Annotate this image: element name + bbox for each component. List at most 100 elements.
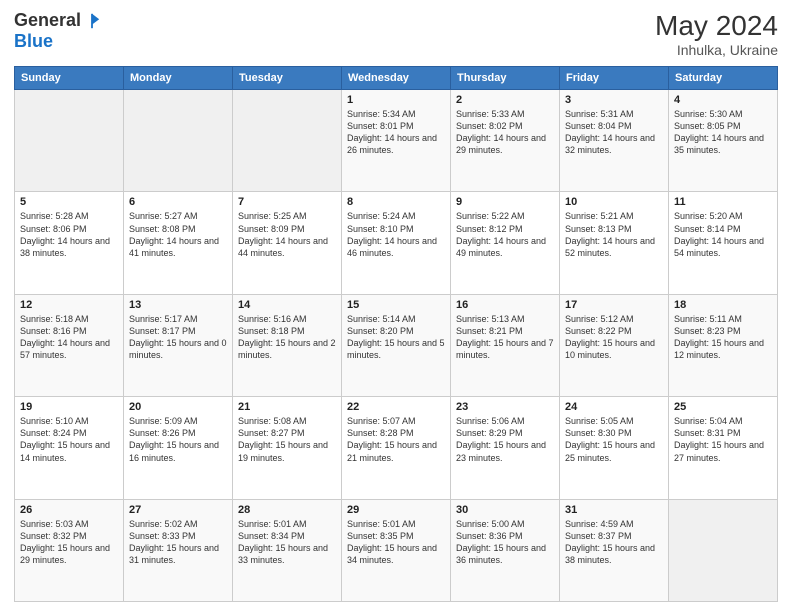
calendar-cell: 29 Sunrise: 5:01 AM Sunset: 8:35 PM Dayli… [342, 499, 451, 601]
calendar-day-header: Thursday [451, 67, 560, 90]
calendar-cell: 19 Sunrise: 5:10 AM Sunset: 8:24 PM Dayli… [15, 397, 124, 499]
calendar-cell: 1Sunrise: 5:34 AM Sunset: 8:01 PM Daylig… [342, 90, 451, 192]
logo-general: General [14, 10, 81, 31]
calendar-cell: 18 Sunrise: 5:11 AM Sunset: 8:23 PM Dayli… [669, 294, 778, 396]
calendar-cell: 3Sunrise: 5:31 AM Sunset: 8:04 PM Daylig… [560, 90, 669, 192]
day-info: Sunrise: 5:17 AM Sunset: 8:17 PM Dayligh… [129, 313, 227, 362]
day-info: Sunrise: 5:10 AM Sunset: 8:24 PM Dayligh… [20, 415, 118, 464]
calendar-cell: 7 Sunrise: 5:25 AM Sunset: 8:09 PM Daylig… [233, 192, 342, 294]
day-number: 8 [347, 196, 445, 208]
day-number: 15 [347, 299, 445, 311]
calendar-cell: 30 Sunrise: 5:00 AM Sunset: 8:36 PM Dayli… [451, 499, 560, 601]
day-info: Sunrise: 5:02 AM Sunset: 8:33 PM Dayligh… [129, 518, 227, 567]
day-info: Sunrise: 5:30 AM Sunset: 8:05 PM Dayligh… [674, 108, 772, 157]
day-info: Sunrise: 5:33 AM Sunset: 8:02 PM Dayligh… [456, 108, 554, 157]
day-number: 19 [20, 401, 118, 413]
calendar-cell: 8 Sunrise: 5:24 AM Sunset: 8:10 PM Daylig… [342, 192, 451, 294]
day-number: 21 [238, 401, 336, 413]
calendar-cell [124, 90, 233, 192]
day-info: Sunrise: 5:11 AM Sunset: 8:23 PM Dayligh… [674, 313, 772, 362]
day-number: 18 [674, 299, 772, 311]
calendar-cell: 10 Sunrise: 5:21 AM Sunset: 8:13 PM Dayli… [560, 192, 669, 294]
page: General Blue May 2024 Inhulka, Ukraine S… [0, 0, 792, 612]
day-info: Sunrise: 4:59 AM Sunset: 8:37 PM Dayligh… [565, 518, 663, 567]
subtitle: Inhulka, Ukraine [655, 42, 778, 58]
day-number: 16 [456, 299, 554, 311]
calendar-cell: 6 Sunrise: 5:27 AM Sunset: 8:08 PM Daylig… [124, 192, 233, 294]
day-number: 1 [347, 94, 445, 106]
day-info: Sunrise: 5:20 AM Sunset: 8:14 PM Dayligh… [674, 210, 772, 259]
day-number: 10 [565, 196, 663, 208]
day-info: Sunrise: 5:21 AM Sunset: 8:13 PM Dayligh… [565, 210, 663, 259]
calendar-cell: 12Sunrise: 5:18 AM Sunset: 8:16 PM Dayli… [15, 294, 124, 396]
calendar-cell: 17Sunrise: 5:12 AM Sunset: 8:22 PM Dayli… [560, 294, 669, 396]
day-number: 2 [456, 94, 554, 106]
calendar-day-header: Friday [560, 67, 669, 90]
calendar-cell: 5Sunrise: 5:28 AM Sunset: 8:06 PM Daylig… [15, 192, 124, 294]
calendar-table: SundayMondayTuesdayWednesdayThursdayFrid… [14, 66, 778, 602]
calendar-cell: 25Sunrise: 5:04 AM Sunset: 8:31 PM Dayli… [669, 397, 778, 499]
calendar-cell: 4Sunrise: 5:30 AM Sunset: 8:05 PM Daylig… [669, 90, 778, 192]
day-number: 13 [129, 299, 227, 311]
logo: General Blue [14, 10, 101, 52]
day-info: Sunrise: 5:12 AM Sunset: 8:22 PM Dayligh… [565, 313, 663, 362]
day-number: 14 [238, 299, 336, 311]
day-info: Sunrise: 5:24 AM Sunset: 8:10 PM Dayligh… [347, 210, 445, 259]
calendar-cell [669, 499, 778, 601]
calendar-day-header: Monday [124, 67, 233, 90]
day-number: 11 [674, 196, 772, 208]
day-number: 29 [347, 504, 445, 516]
day-info: Sunrise: 5:04 AM Sunset: 8:31 PM Dayligh… [674, 415, 772, 464]
calendar-cell: 11 Sunrise: 5:20 AM Sunset: 8:14 PM Dayli… [669, 192, 778, 294]
header: General Blue May 2024 Inhulka, Ukraine [14, 10, 778, 58]
calendar-cell: 9Sunrise: 5:22 AM Sunset: 8:12 PM Daylig… [451, 192, 560, 294]
day-number: 26 [20, 504, 118, 516]
day-number: 27 [129, 504, 227, 516]
calendar-week-row: 5Sunrise: 5:28 AM Sunset: 8:06 PM Daylig… [15, 192, 778, 294]
calendar-cell: 24Sunrise: 5:05 AM Sunset: 8:30 PM Dayli… [560, 397, 669, 499]
day-number: 20 [129, 401, 227, 413]
calendar-cell: 2 Sunrise: 5:33 AM Sunset: 8:02 PM Daylig… [451, 90, 560, 192]
calendar-week-row: 1Sunrise: 5:34 AM Sunset: 8:01 PM Daylig… [15, 90, 778, 192]
day-info: Sunrise: 5:01 AM Sunset: 8:35 PM Dayligh… [347, 518, 445, 567]
calendar-cell [233, 90, 342, 192]
day-number: 6 [129, 196, 227, 208]
day-info: Sunrise: 5:07 AM Sunset: 8:28 PM Dayligh… [347, 415, 445, 464]
calendar-cell: 28 Sunrise: 5:01 AM Sunset: 8:34 PM Dayli… [233, 499, 342, 601]
logo-blue-text: Blue [14, 31, 53, 52]
day-info: Sunrise: 5:16 AM Sunset: 8:18 PM Dayligh… [238, 313, 336, 362]
day-info: Sunrise: 5:13 AM Sunset: 8:21 PM Dayligh… [456, 313, 554, 362]
calendar-cell: 22 Sunrise: 5:07 AM Sunset: 8:28 PM Dayli… [342, 397, 451, 499]
day-info: Sunrise: 5:00 AM Sunset: 8:36 PM Dayligh… [456, 518, 554, 567]
day-info: Sunrise: 5:01 AM Sunset: 8:34 PM Dayligh… [238, 518, 336, 567]
calendar-cell: 27 Sunrise: 5:02 AM Sunset: 8:33 PM Dayli… [124, 499, 233, 601]
calendar-cell: 21 Sunrise: 5:08 AM Sunset: 8:27 PM Dayli… [233, 397, 342, 499]
title-block: May 2024 Inhulka, Ukraine [655, 10, 778, 58]
calendar-week-row: 12Sunrise: 5:18 AM Sunset: 8:16 PM Dayli… [15, 294, 778, 396]
main-title: May 2024 [655, 10, 778, 42]
calendar-cell: 16 Sunrise: 5:13 AM Sunset: 8:21 PM Dayli… [451, 294, 560, 396]
day-number: 3 [565, 94, 663, 106]
calendar-cell: 31Sunrise: 4:59 AM Sunset: 8:37 PM Dayli… [560, 499, 669, 601]
day-info: Sunrise: 5:14 AM Sunset: 8:20 PM Dayligh… [347, 313, 445, 362]
calendar-cell: 15 Sunrise: 5:14 AM Sunset: 8:20 PM Dayli… [342, 294, 451, 396]
calendar-week-row: 26Sunrise: 5:03 AM Sunset: 8:32 PM Dayli… [15, 499, 778, 601]
day-number: 7 [238, 196, 336, 208]
day-info: Sunrise: 5:18 AM Sunset: 8:16 PM Dayligh… [20, 313, 118, 362]
calendar-day-header: Sunday [15, 67, 124, 90]
day-number: 9 [456, 196, 554, 208]
day-info: Sunrise: 5:06 AM Sunset: 8:29 PM Dayligh… [456, 415, 554, 464]
calendar-header-row: SundayMondayTuesdayWednesdayThursdayFrid… [15, 67, 778, 90]
day-info: Sunrise: 5:08 AM Sunset: 8:27 PM Dayligh… [238, 415, 336, 464]
day-number: 30 [456, 504, 554, 516]
calendar-cell: 14 Sunrise: 5:16 AM Sunset: 8:18 PM Dayli… [233, 294, 342, 396]
day-info: Sunrise: 5:05 AM Sunset: 8:30 PM Dayligh… [565, 415, 663, 464]
day-info: Sunrise: 5:28 AM Sunset: 8:06 PM Dayligh… [20, 210, 118, 259]
day-info: Sunrise: 5:27 AM Sunset: 8:08 PM Dayligh… [129, 210, 227, 259]
calendar-day-header: Wednesday [342, 67, 451, 90]
logo-flag-icon [83, 12, 101, 30]
day-number: 28 [238, 504, 336, 516]
day-number: 22 [347, 401, 445, 413]
day-info: Sunrise: 5:25 AM Sunset: 8:09 PM Dayligh… [238, 210, 336, 259]
calendar-cell: 26Sunrise: 5:03 AM Sunset: 8:32 PM Dayli… [15, 499, 124, 601]
